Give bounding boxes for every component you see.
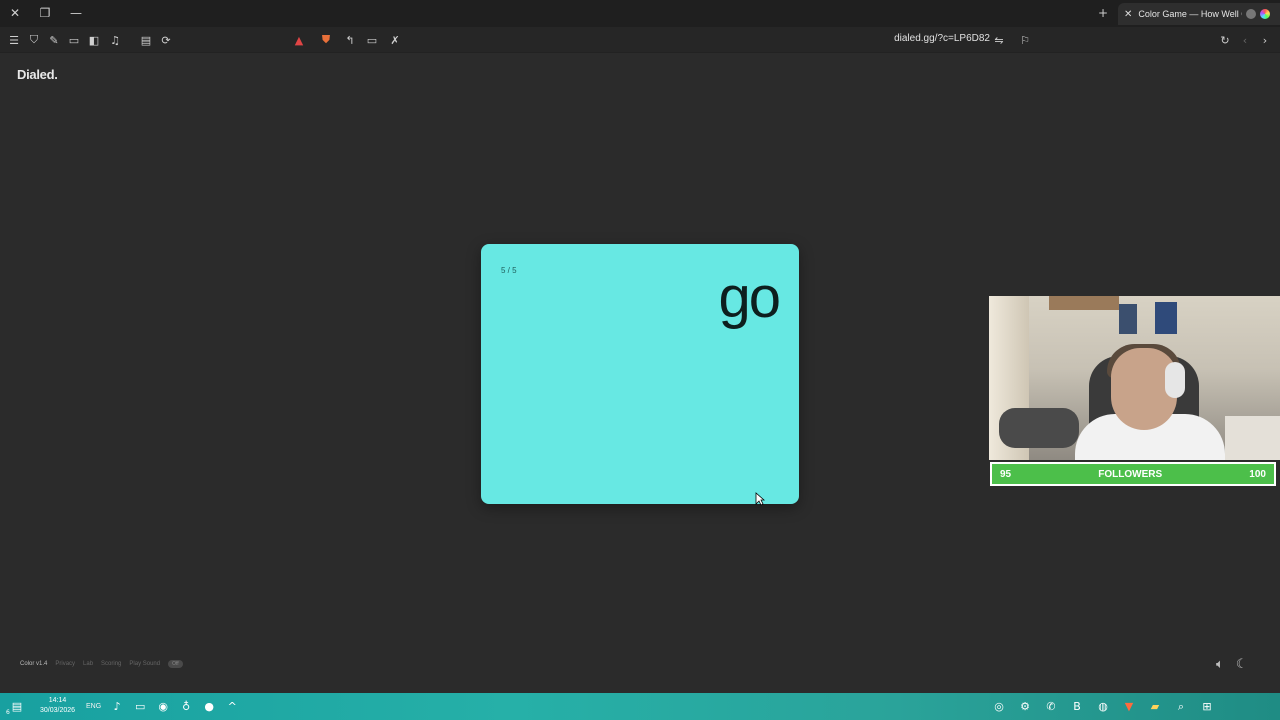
microphone-icon[interactable]: ♁ — [179, 700, 193, 714]
round-counter: 5 / 5 — [501, 266, 517, 275]
color-wheel-icon[interactable] — [1260, 9, 1271, 19]
close-window-icon[interactable]: ✕ — [5, 4, 25, 22]
version-label: Color v1.4 — [20, 661, 48, 667]
followers-goal-fill: 95 FOLLOWERS 100 — [992, 464, 1274, 484]
whatsapp-icon[interactable]: ✆ — [1044, 700, 1058, 714]
settings-icon[interactable]: ⚙ — [1018, 700, 1032, 714]
screen-icon[interactable]: ▭ — [364, 32, 380, 48]
new-tab-icon[interactable]: + — [1093, 4, 1113, 22]
address-bar[interactable]: dialed.gg/?c=LP6D82 — [880, 33, 990, 44]
b-app-icon[interactable]: B — [1070, 700, 1084, 714]
no-edit-icon[interactable]: ✗ — [387, 32, 403, 48]
restore-window-icon[interactable]: ❐ — [35, 4, 55, 22]
pin-icon[interactable]: ✎ — [46, 32, 62, 48]
taskbar-clock[interactable]: 14:14 30/03/2026 — [40, 696, 75, 716]
page-footer: Color v1.4 Privacy Lab Scoring Play Soun… — [20, 660, 183, 668]
calendar-icon[interactable]: ▤ — [138, 32, 154, 48]
obs-icon[interactable]: ◎ — [992, 700, 1006, 714]
show-hidden-icons-icon[interactable]: ^ — [225, 700, 239, 714]
mouse-cursor-icon — [755, 492, 765, 506]
brand-logo[interactable]: Dialed. — [17, 67, 58, 82]
language-indicator[interactable]: ENG — [86, 703, 101, 710]
minimize-window-icon[interactable]: — — [66, 4, 86, 22]
followers-goal-bar: 95 FOLLOWERS 100 — [990, 462, 1276, 486]
tabs-icon[interactable]: ▭ — [66, 32, 82, 48]
browser-toolbar: ☰ ⛉ ✎ ▭ ◧ ♫ ▤ ⟳ ▲ ⛊ ↰ ▭ ✗ dialed.gg/?c=L… — [0, 27, 1280, 53]
extensions-icon[interactable]: ⟳ — [158, 32, 174, 48]
footer-link-lab[interactable]: Lab — [83, 661, 93, 667]
brave-icon[interactable]: ▼ — [1122, 700, 1136, 714]
brave-rewards-icon[interactable]: ▲ — [291, 32, 307, 48]
color-card[interactable]: 5 / 5 go — [481, 244, 799, 504]
followers-label: FOLLOWERS — [1098, 468, 1163, 480]
site-settings-icon[interactable]: ⇋ — [991, 32, 1007, 48]
footer-link-scoring[interactable]: Scoring — [101, 661, 121, 667]
tab-extension-icon[interactable] — [1246, 9, 1257, 19]
sound-toggle[interactable]: Off — [168, 660, 183, 668]
dark-mode-icon[interactable]: ☾ — [1236, 657, 1248, 672]
speaker-icon[interactable]: ♪ — [110, 700, 124, 714]
notifications-icon[interactable]: ▤ 6 — [6, 700, 24, 716]
followers-goal: 100 — [1249, 468, 1266, 480]
network-icon[interactable]: ▭ — [133, 700, 147, 714]
reload-icon[interactable]: ↻ — [1217, 32, 1233, 48]
clock-date: 30/03/2026 — [40, 707, 76, 714]
clock-time: 14:14 — [48, 697, 67, 704]
sidebar-icon[interactable]: ◧ — [86, 32, 102, 48]
windows-taskbar: ▤ 6 14:14 30/03/2026 ENG ♪ ▭ ◉ ♁ ● ^ ◎ ⚙ … — [0, 693, 1280, 720]
brave-shield-icon[interactable]: ⛊ — [318, 32, 334, 48]
windows-start-icon[interactable]: ⊞ — [1200, 700, 1214, 714]
shield-icon[interactable]: ⛉ — [26, 32, 42, 48]
notification-badge: 6 — [6, 708, 10, 716]
whatsapp-tray-icon[interactable]: ◉ — [156, 700, 170, 714]
redirect-icon[interactable]: ↰ — [342, 32, 358, 48]
bookmark-icon[interactable]: ⚐ — [1017, 32, 1033, 48]
card-prompt-word: go — [718, 265, 780, 330]
footer-controls: 🔈︎ ☾ — [1216, 657, 1247, 672]
browser-tab[interactable]: ✕ Color Game — How Well Can — [1118, 3, 1280, 25]
tab-title: Color Game — How Well Can — [1138, 9, 1242, 19]
file-explorer-icon[interactable]: ▰ — [1148, 700, 1162, 714]
close-tab-icon[interactable]: ✕ — [1124, 9, 1132, 20]
discord-icon[interactable]: ◍ — [1096, 700, 1110, 714]
record-icon[interactable]: ● — [202, 700, 216, 714]
webcam-feed — [989, 296, 1280, 460]
headset-image — [1165, 362, 1185, 398]
forward-icon[interactable]: › — [1257, 32, 1273, 48]
search-icon[interactable]: ⌕ — [1174, 700, 1188, 714]
window-titlebar: ✕ ❐ — + ✕ Color Game — How Well Can — [0, 0, 1280, 27]
music-icon[interactable]: ♫ — [107, 32, 123, 48]
volume-icon[interactable]: 🔈︎ — [1216, 657, 1224, 672]
footer-link-play-sound[interactable]: Play Sound — [129, 661, 160, 667]
followers-current: 95 — [1000, 468, 1012, 480]
footer-link-privacy[interactable]: Privacy — [55, 661, 75, 667]
menu-icon[interactable]: ☰ — [6, 32, 22, 48]
back-icon[interactable]: ‹ — [1237, 32, 1253, 48]
